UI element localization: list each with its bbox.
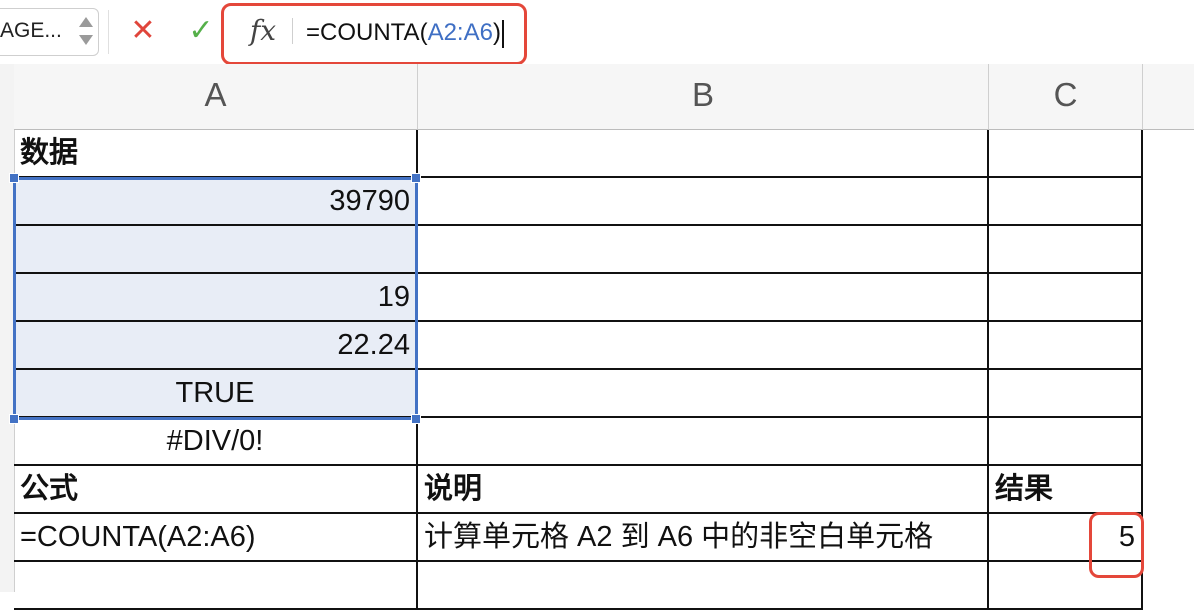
selection-handle-bottom-left[interactable]	[9, 414, 19, 424]
name-box[interactable]: AGE...	[0, 8, 99, 56]
selection-handle-top-left[interactable]	[9, 173, 19, 183]
cell-c10[interactable]	[989, 562, 1143, 610]
cell-b4[interactable]	[418, 274, 989, 322]
confirm-icon[interactable]: ✓	[186, 14, 216, 48]
cell-c5[interactable]	[989, 322, 1143, 370]
cell-b5[interactable]	[418, 322, 989, 370]
cell-b3[interactable]	[418, 226, 989, 274]
cell-a5[interactable]: 22.24	[14, 322, 418, 370]
cancel-icon[interactable]: ✕	[128, 14, 158, 48]
cell-c8[interactable]: 结果	[989, 466, 1143, 514]
cell-b2[interactable]	[418, 178, 989, 226]
cell-a1[interactable]: 数据	[14, 130, 418, 178]
cell-b10[interactable]	[418, 562, 989, 610]
cell-c1[interactable]	[989, 130, 1143, 178]
formula-prefix: =COUNTA(	[306, 19, 428, 46]
cell-a7[interactable]: #DIV/0!	[14, 418, 418, 466]
chevron-down-icon[interactable]	[79, 35, 93, 45]
formula-suffix: )	[492, 19, 501, 46]
cell-a8[interactable]: 公式	[14, 466, 418, 514]
chevron-up-icon[interactable]	[79, 17, 93, 27]
selection-handle-top-right[interactable]	[411, 173, 421, 183]
formula-reference: A2:A6	[427, 19, 493, 46]
cell-a3[interactable]	[14, 226, 418, 274]
cell-b6[interactable]	[418, 370, 989, 418]
cell-a9[interactable]: =COUNTA(A2:A6)	[14, 514, 418, 562]
name-box-value: AGE...	[0, 19, 62, 42]
cell-b8[interactable]: 说明	[418, 466, 989, 514]
cell-b1[interactable]	[418, 130, 989, 178]
cell-a10[interactable]	[14, 562, 418, 610]
cell-a2[interactable]: 39790	[14, 178, 418, 226]
insert-function-icon[interactable]: fx	[246, 12, 280, 50]
cell-a6[interactable]: TRUE	[14, 370, 418, 418]
formula-bar-divider	[108, 10, 109, 54]
cell-c6[interactable]	[989, 370, 1143, 418]
column-header-d[interactable]	[1143, 64, 1194, 130]
text-caret	[501, 19, 504, 48]
column-header-b[interactable]: B	[418, 64, 989, 130]
cell-c2[interactable]	[989, 178, 1143, 226]
cell-a4[interactable]: 19	[14, 274, 418, 322]
cell-b7[interactable]	[418, 418, 989, 466]
fx-divider	[292, 18, 293, 44]
row-header-strip	[0, 64, 15, 592]
formula-input[interactable]: =COUNTA(A2:A6)	[306, 16, 504, 50]
cell-c4[interactable]	[989, 274, 1143, 322]
selection-handle-bottom-right[interactable]	[411, 414, 421, 424]
name-box-stepper[interactable]	[78, 15, 94, 49]
cell-c3[interactable]	[989, 226, 1143, 274]
formula-bar: AGE... ✕ ✓ fx =COUNTA(A2:A6)	[0, 0, 1194, 65]
column-header-a[interactable]: A	[14, 64, 418, 130]
cell-c7[interactable]	[989, 418, 1143, 466]
column-header-c[interactable]: C	[989, 64, 1143, 130]
cell-b9[interactable]: 计算单元格 A2 到 A6 中的非空白单元格	[418, 514, 989, 562]
cell-c9[interactable]: 5	[989, 514, 1143, 562]
